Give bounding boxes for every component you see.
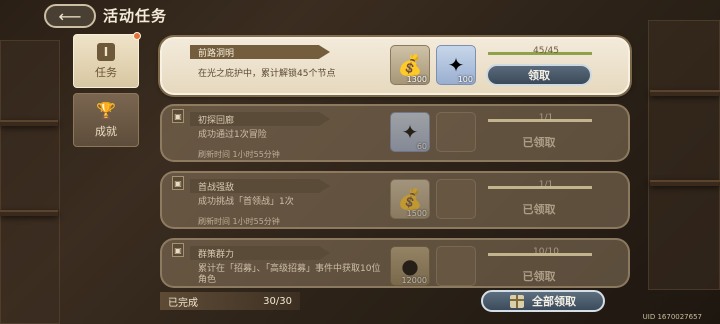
reward-quantity: 12000 [401,276,427,285]
task-title: 群策群力 [190,246,330,260]
reward-slot-empty [436,179,476,219]
back-arrow-icon: ⟵ [58,6,82,26]
scroll-icon: ▣ [172,176,184,190]
task-card: ▣ 初探回廊 成功通过1次冒险 刷新时间 1小时55分钟 ✦ 60 1/1 已领… [160,104,630,162]
tab-achievements[interactable]: 🏆 成就 [73,93,139,147]
progress-text: 1/1 [538,180,554,190]
task-card: ▣ 群策群力 累计在「招募」、「高级招募」事件中获取10位角色 ● 12000 … [160,238,630,288]
task-title: 首战强敌 [190,179,330,193]
claimed-label: 已领取 [522,270,556,283]
claimed-label: 已领取 [522,203,556,216]
claim-all-button[interactable]: 全部领取 [481,290,605,312]
scroll-icon: I [97,42,115,61]
tab-tasks[interactable]: I 任务 [73,32,141,88]
reward-quantity: 100 [457,75,473,84]
reward-item[interactable]: 💰 1300 [390,45,430,85]
completed-count: 30/30 [263,295,292,307]
scroll-icon: ▣ [172,243,184,257]
reward-item[interactable]: ✦ 60 [390,112,430,152]
claimed-label: 已领取 [522,136,556,149]
background-bookshelf-left [0,40,60,324]
pouch-icon: 💰 [397,187,423,211]
completion-summary: 已完成 30/30 [160,292,300,310]
task-description: 累计在「招募」、「高级招募」事件中获取10位角色 [198,264,381,285]
background-shelf [0,210,58,216]
notification-dot-icon [133,32,141,40]
background-bookshelf-right [648,20,720,290]
trophy-icon: 🏆 [96,101,116,120]
coin-icon: ● [401,254,419,278]
activity-tasks-screen: ⟵ 活动任务 I 任务 🏆 成就 前路洞明 在光之庇护中，累计解锁45个节点 💰… [0,0,720,324]
progress-text: 10/10 [533,247,559,257]
task-title: 前路洞明 [190,45,330,59]
reward-quantity: 60 [416,142,427,151]
background-shelf [650,180,720,186]
user-id: UID 1670027657 [642,313,702,321]
reward-slot-empty [436,246,476,286]
refresh-time: 刷新时间 1小时55分钟 [198,150,280,159]
pouch-icon: 💰 [397,53,423,77]
progress-text: 1/1 [538,113,554,123]
background-shelf [650,90,720,96]
claim-all-label: 全部领取 [532,295,576,308]
star-crystal-icon: ✦ [447,53,465,77]
star-crystal-icon: ✦ [401,120,419,144]
task-description: 在光之庇护中，累计解锁45个节点 [198,69,336,79]
background-shelf [0,120,58,126]
claim-button[interactable]: 领取 [486,64,592,86]
completed-label: 已完成 [168,297,198,309]
task-title: 初探回廊 [190,112,330,126]
tab-label: 任务 [95,65,117,79]
task-card: ▣ 首战强敌 成功挑战「首领战」1次 刷新时间 1小时55分钟 💰 1500 1… [160,171,630,229]
scroll-icon: ▣ [172,109,184,123]
reward-item[interactable]: ✦ 100 [436,45,476,85]
reward-quantity: 1500 [406,209,427,218]
reward-item[interactable]: 💰 1500 [390,179,430,219]
task-card: 前路洞明 在光之庇护中，累计解锁45个节点 💰 1300 ✦ 100 45/45… [160,37,630,95]
tab-label: 成就 [95,124,117,138]
progress-text: 45/45 [533,46,559,56]
page-title: 活动任务 [103,7,168,25]
reward-slot-empty [436,112,476,152]
task-description: 成功通过1次冒险 [198,130,267,140]
gift-icon [510,294,524,308]
reward-item[interactable]: ● 12000 [390,246,430,286]
refresh-time: 刷新时间 1小时55分钟 [198,217,280,226]
back-button[interactable]: ⟵ [44,4,96,28]
task-description: 成功挑战「首领战」1次 [198,197,294,207]
reward-quantity: 1300 [406,75,427,84]
